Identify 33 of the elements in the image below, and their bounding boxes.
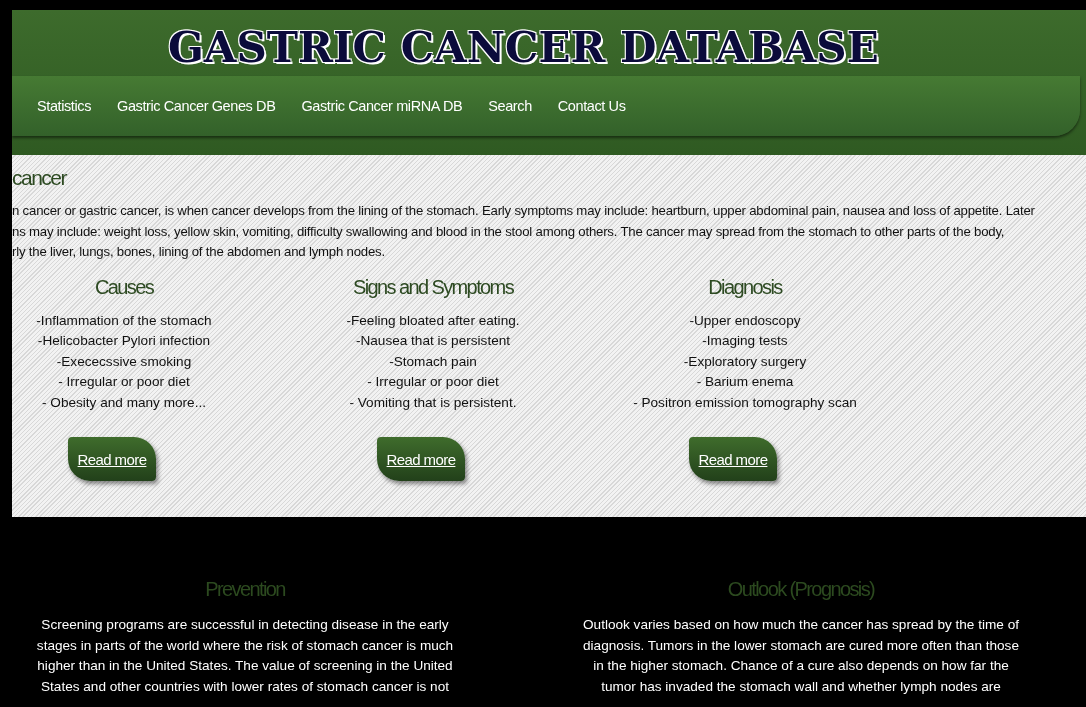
list-item: - Obesity and many more... — [42, 393, 206, 412]
column-heading: Diagnosis — [708, 274, 782, 300]
list-item: - Positron emission tomography scan — [633, 393, 857, 412]
list-item: -Feeling bloated after eating. — [346, 311, 520, 330]
list-item: - Barium enema — [696, 373, 794, 392]
column-heading: Signs and Symptoms — [352, 274, 514, 300]
read-more-button[interactable]: Read more — [68, 437, 156, 482]
list-item: -Exececssive smoking — [56, 352, 192, 371]
nav-link[interactable]: Statistics — [37, 98, 91, 114]
list-item: -Helicobacter Pylori infection — [37, 332, 211, 351]
section-heading: Prevention — [205, 577, 285, 602]
list-item: -Upper endoscopy — [689, 311, 801, 330]
read-more-button[interactable]: Read more — [377, 437, 465, 482]
list-item: - Vomiting that is persistent. — [349, 393, 517, 412]
intro-paragraph: n cancer or gastric cancer, is when cancer develops from the lining of the stomach. Early symptoms may include: heartburn, upper abdominal pain, nausea and loss of appetite. Later ns may include: weight loss, yellow skin, vomiting, difficulty swallowing and blood in the stool among others. The cancer may spread from the stomach to other parts of the body, rly the liver, lungs, bones, lining of the abdomen and lymph nodes. — [12, 202, 1036, 261]
list-item: -Nausea that is persistent — [355, 332, 511, 351]
column-heading: Causes — [94, 274, 154, 300]
list-item: -Inflammation of the stomach — [36, 311, 212, 330]
list-item: -Imaging tests — [702, 332, 788, 351]
section-heading: Outlook (Prognosis) — [727, 577, 875, 602]
nav-link[interactable]: Gastric Cancer Genes DB — [117, 98, 276, 114]
section-paragraph: Screening programs are successful in detecting disease in the early stages in parts of the world where the risk of stomach cancer is much higher than in the United States. The value of screening in the United States and other countries with lower rates of stomach cancer is not — [36, 616, 454, 696]
nav-link[interactable]: Contact Us — [557, 98, 626, 114]
nav-link[interactable]: Search — [488, 98, 532, 114]
site-title: GASTRIC CANCER DATABASE — [168, 22, 879, 74]
list-item: -Exploratory surgery — [683, 352, 807, 371]
list-item: - Irregular or poor diet — [58, 373, 190, 392]
list-item: - Irregular or poor diet — [367, 373, 499, 392]
section-paragraph: Outlook varies based on how much the cancer has spread by the time of diagnosis. Tumors in the lower stomach are cured more often than those in the higher stomach. Chance of a cure also depends on how far the tumor has invaded the stomach wall and whether lymph nodes are — [583, 616, 1019, 696]
read-more-button[interactable]: Read more — [689, 437, 777, 482]
nav-link[interactable]: Gastric Cancer miRNA DB — [301, 98, 463, 114]
list-item: -Stomach pain — [389, 352, 477, 371]
section-heading: cancer — [12, 165, 68, 191]
